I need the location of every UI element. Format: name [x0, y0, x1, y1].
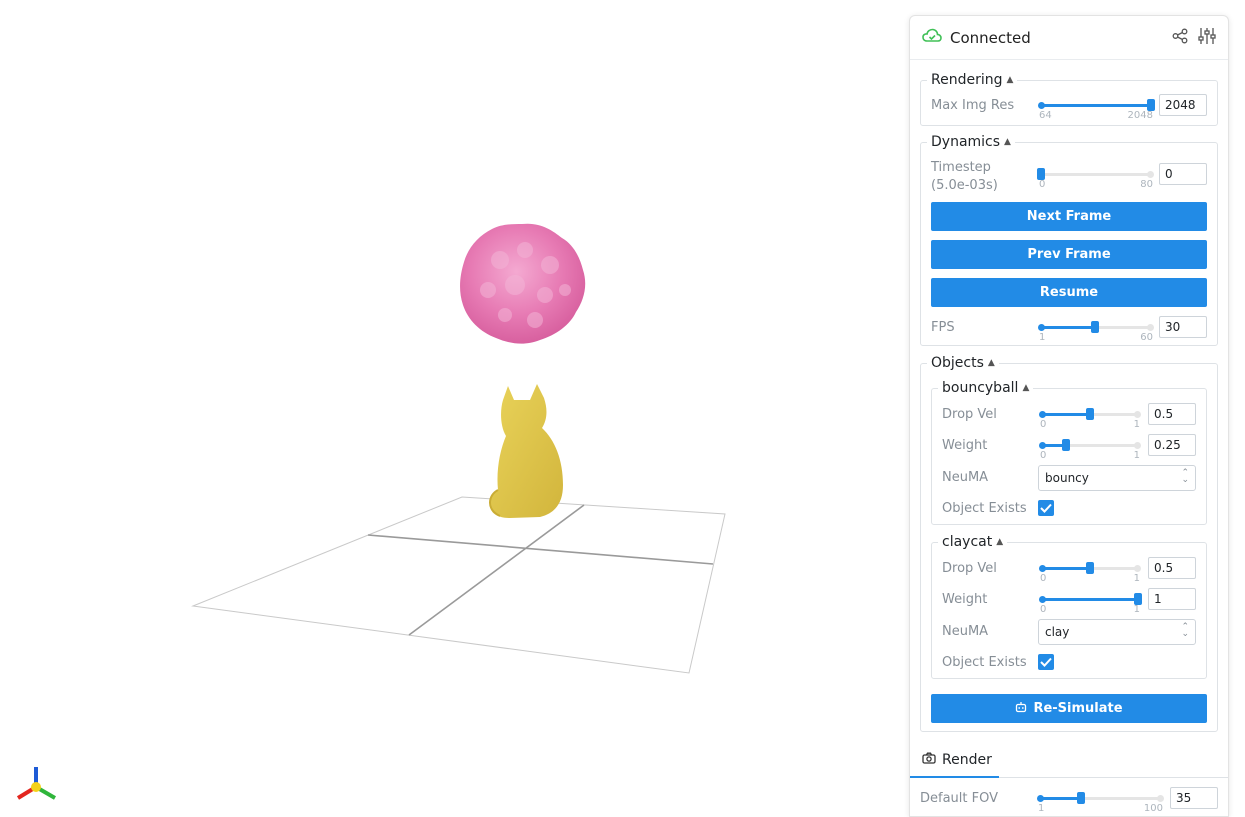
- default-fov-slider[interactable]: 1 100: [1037, 792, 1164, 815]
- robot-icon: [1015, 701, 1027, 717]
- resume-button[interactable]: Resume: [931, 278, 1207, 307]
- bouncyball-drop-vel-input[interactable]: 0.5: [1148, 403, 1196, 425]
- select-arrows-icon: ⌃ ⌄: [1181, 468, 1189, 485]
- drop-vel-label: Drop Vel: [942, 561, 997, 576]
- default-fov-label: Default FOV: [920, 791, 999, 806]
- claycat-object[interactable]: [489, 384, 563, 518]
- sliders-icon[interactable]: [1198, 27, 1216, 49]
- dynamics-folder: Dynamics ▲ Timestep (5.0e-03s) 0 80 0 Next…: [920, 134, 1218, 346]
- rendering-folder: Rendering ▲ Max Img Res 64 2048 2048: [920, 72, 1218, 126]
- bouncyball-object[interactable]: [460, 223, 586, 344]
- neuma-label: NeuMA: [942, 624, 989, 639]
- claycat-drop-vel-slider[interactable]: 01: [1039, 562, 1141, 585]
- bouncyball-folder: bouncyball ▲ Drop Vel 01 0.5 Weight 01 0.…: [931, 380, 1207, 525]
- claycat-folder: claycat ▲ Drop Vel 01 0.5 Weight 01 1 Neu…: [931, 534, 1207, 679]
- claycat-drop-vel-row: Drop Vel 01 0.5: [942, 557, 1196, 585]
- bouncyball-neuma-row: NeuMA bouncy ⌃ ⌄: [942, 465, 1196, 492]
- scene-canvas[interactable]: [0, 0, 905, 817]
- weight-label: Weight: [942, 438, 988, 453]
- claycat-weight-input[interactable]: 1: [1148, 588, 1196, 610]
- chevron-up-icon: ▲: [996, 537, 1004, 547]
- bouncyball-weight-slider[interactable]: 01: [1039, 439, 1141, 462]
- re-simulate-button[interactable]: Re-Simulate: [931, 694, 1207, 723]
- max-img-res-slider[interactable]: 64 2048: [1038, 99, 1155, 122]
- dynamics-folder-title[interactable]: Dynamics ▲: [927, 134, 1015, 150]
- object-exists-label: Object Exists: [942, 501, 1027, 516]
- fps-row: FPS 1 60 30: [931, 316, 1207, 344]
- panel-tabs: Render: [910, 744, 1228, 778]
- timestep-slider[interactable]: 0 80: [1037, 168, 1154, 191]
- chevron-up-icon: ▲: [1022, 383, 1030, 393]
- bouncyball-weight-row: Weight 01 0.25: [942, 434, 1196, 462]
- default-fov-input[interactable]: 35: [1170, 787, 1218, 809]
- axes-gizmo: [16, 767, 57, 800]
- object-exists-label: Object Exists: [942, 655, 1027, 670]
- next-frame-button[interactable]: Next Frame: [931, 202, 1207, 231]
- panel-header: Connected: [910, 16, 1228, 60]
- bouncyball-folder-title[interactable]: bouncyball ▲: [938, 380, 1034, 396]
- timestep-label: Timestep (5.0e-03s): [931, 160, 998, 193]
- rendering-folder-title[interactable]: Rendering ▲: [927, 72, 1018, 88]
- claycat-folder-title[interactable]: claycat ▲: [938, 534, 1008, 550]
- prev-frame-button[interactable]: Prev Frame: [931, 240, 1207, 269]
- weight-label: Weight: [942, 592, 988, 607]
- bouncyball-exists-row: Object Exists: [942, 497, 1196, 523]
- neuma-label: NeuMA: [942, 470, 989, 485]
- fps-input[interactable]: 30: [1159, 316, 1207, 338]
- bouncyball-exists-checkbox[interactable]: [1038, 500, 1054, 516]
- claycat-drop-vel-input[interactable]: 0.5: [1148, 557, 1196, 579]
- claycat-weight-row: Weight 01 1: [942, 588, 1196, 616]
- timestep-row: Timestep (5.0e-03s) 0 80 0: [931, 160, 1207, 193]
- bouncyball-neuma-select[interactable]: bouncy ⌃ ⌄: [1038, 465, 1196, 491]
- max-img-res-label: Max Img Res: [931, 98, 1015, 113]
- control-panel: Connected Rendering ▲ Max Img Res 64 2048 …: [909, 15, 1229, 817]
- share-icon[interactable]: [1172, 28, 1188, 48]
- claycat-weight-slider[interactable]: 01: [1039, 593, 1142, 616]
- select-arrows-icon: ⌃ ⌄: [1181, 622, 1189, 639]
- chevron-up-icon: ▲: [1004, 137, 1011, 147]
- chevron-up-icon: ▲: [987, 358, 995, 368]
- claycat-exists-checkbox[interactable]: [1038, 654, 1054, 670]
- drop-vel-label: Drop Vel: [942, 407, 997, 422]
- connection-status: Connected: [950, 28, 1031, 47]
- max-img-res-input[interactable]: 2048: [1159, 94, 1207, 116]
- tab-render[interactable]: Render: [910, 744, 999, 778]
- chevron-up-icon: ▲: [1006, 75, 1014, 85]
- bouncyball-drop-vel-slider[interactable]: 01: [1039, 408, 1141, 431]
- default-fov-row: Default FOV 1 100 35: [920, 787, 1218, 815]
- claycat-exists-row: Object Exists: [942, 651, 1196, 677]
- objects-folder-title[interactable]: Objects ▲: [927, 355, 999, 371]
- checkmark-icon: [1040, 503, 1052, 513]
- bouncyball-weight-input[interactable]: 0.25: [1148, 434, 1196, 456]
- 3d-viewport[interactable]: [0, 0, 905, 817]
- max-img-res-row: Max Img Res 64 2048 2048: [931, 94, 1207, 122]
- cloud-check-icon: [922, 28, 942, 48]
- checkmark-icon: [1040, 657, 1052, 667]
- objects-folder: Objects ▲ bouncyball ▲ Drop Vel 01 0.5 Wei…: [920, 355, 1218, 732]
- timestep-input[interactable]: 0: [1159, 163, 1207, 185]
- ground-grid: [191, 496, 726, 674]
- claycat-neuma-row: NeuMA clay ⌃ ⌄: [942, 619, 1196, 646]
- fps-slider[interactable]: 1 60: [1038, 321, 1154, 344]
- camera-icon: [922, 752, 936, 768]
- bouncyball-drop-vel-row: Drop Vel 01 0.5: [942, 403, 1196, 431]
- claycat-neuma-select[interactable]: clay ⌃ ⌄: [1038, 619, 1196, 645]
- fps-label: FPS: [931, 320, 955, 335]
